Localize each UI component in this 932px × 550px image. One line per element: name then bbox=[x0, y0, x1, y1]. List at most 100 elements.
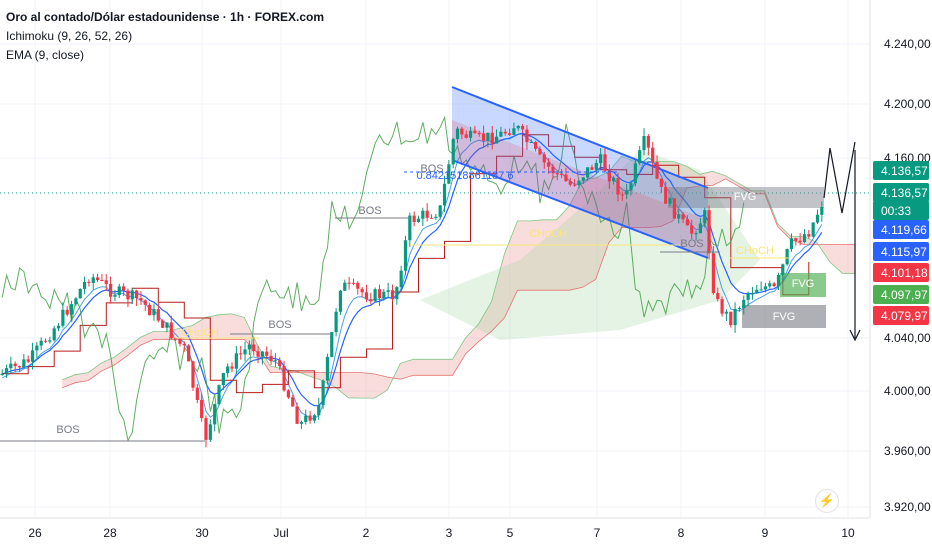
candle-body bbox=[590, 167, 594, 170]
candle-body bbox=[681, 214, 685, 220]
candle-body bbox=[65, 309, 69, 315]
candle-body bbox=[811, 222, 815, 237]
candle-body bbox=[477, 132, 481, 134]
candle-body bbox=[499, 131, 503, 137]
y-tick-label: 4.000,00 bbox=[884, 384, 931, 398]
candle-body bbox=[629, 183, 633, 191]
candle-body bbox=[52, 328, 56, 341]
annotation-label: CHoCH bbox=[736, 245, 774, 257]
candle-body bbox=[568, 181, 572, 185]
candle-body bbox=[161, 320, 165, 328]
candle-body bbox=[564, 174, 568, 182]
candle-body bbox=[39, 340, 43, 346]
candle-body bbox=[468, 130, 473, 138]
candle-body bbox=[481, 133, 486, 141]
candle-body bbox=[169, 322, 173, 339]
price-tag-label: 00:33 bbox=[881, 204, 911, 218]
candle-body bbox=[30, 350, 35, 362]
candle-body bbox=[412, 215, 416, 223]
candle-body bbox=[35, 345, 39, 351]
candle-body bbox=[577, 180, 581, 186]
y-tick-label: 3.920,00 bbox=[884, 500, 931, 514]
candle-body bbox=[603, 154, 607, 171]
candle-body bbox=[677, 214, 681, 219]
projection-path bbox=[823, 141, 861, 342]
candle-body bbox=[95, 277, 100, 280]
candle-body bbox=[755, 289, 759, 294]
candle-body bbox=[798, 240, 802, 243]
candle-body bbox=[122, 286, 126, 291]
candle-body bbox=[698, 223, 702, 234]
candle-body bbox=[221, 373, 225, 386]
candle-body bbox=[152, 309, 156, 316]
projection-zigzag bbox=[823, 141, 856, 214]
x-tick-label: 26 bbox=[28, 526, 42, 540]
candle-body bbox=[208, 424, 212, 440]
annotation-label: 0.8421518861187 6 bbox=[416, 170, 513, 182]
candle-body bbox=[252, 344, 256, 352]
candle-body bbox=[750, 293, 755, 295]
candle-body bbox=[438, 205, 442, 217]
candle-body bbox=[78, 288, 82, 299]
candle-body bbox=[612, 178, 616, 182]
candle-body bbox=[664, 186, 668, 204]
ichimoku-legend[interactable]: Ichimoku (9, 26, 52, 26) bbox=[6, 29, 132, 43]
candle-body bbox=[325, 356, 330, 381]
price-chart[interactable]: BOSBOSBOSBOSBOSCHoCHCHoCHCHoCHFVGFVGFVG0… bbox=[0, 0, 932, 550]
candle-body bbox=[711, 253, 716, 294]
x-tick-label: 30 bbox=[195, 526, 209, 540]
price-tag-label: 4.115,97 bbox=[881, 245, 927, 259]
candle-body bbox=[360, 288, 364, 293]
candle-body bbox=[776, 274, 781, 287]
candle-body bbox=[282, 366, 286, 391]
candle-body bbox=[195, 387, 199, 400]
flash-icon[interactable]: ⚡ bbox=[815, 489, 839, 513]
time-axis[interactable]: 26 28 30 Jul 2 3 5 7 8 9 10 bbox=[28, 526, 855, 540]
candle-body bbox=[802, 234, 807, 243]
candle-body bbox=[230, 366, 234, 369]
candle-body bbox=[672, 198, 676, 219]
candle-body bbox=[312, 415, 317, 421]
candle-body bbox=[299, 422, 304, 424]
candle-body bbox=[343, 282, 347, 291]
candle-body bbox=[269, 355, 273, 362]
annotation-label: BOS bbox=[268, 319, 291, 331]
x-tick-label: Jul bbox=[273, 526, 288, 540]
y-tick-label: 4.240,00 bbox=[884, 37, 931, 51]
candle-body bbox=[26, 359, 30, 362]
candle-body bbox=[130, 290, 134, 300]
candle-body bbox=[538, 148, 542, 155]
candle-body bbox=[429, 217, 434, 219]
candle-body bbox=[421, 210, 425, 219]
candle-body bbox=[534, 142, 538, 149]
candle-body bbox=[820, 206, 824, 215]
candle-body bbox=[733, 308, 737, 326]
candle-body bbox=[815, 214, 820, 223]
candle-body bbox=[547, 162, 551, 167]
candle-body bbox=[213, 404, 217, 425]
annotation-label: BOS bbox=[358, 205, 381, 217]
annotation-label: FVG bbox=[734, 191, 757, 203]
candle-body bbox=[295, 406, 299, 424]
candle-body bbox=[234, 353, 238, 369]
candle-body bbox=[226, 366, 230, 374]
candle-body bbox=[694, 233, 698, 235]
candle-body bbox=[178, 338, 182, 344]
candle-body bbox=[9, 363, 13, 369]
candle-body bbox=[143, 300, 147, 305]
annotation-label: CHoCH bbox=[529, 228, 567, 240]
candle-body bbox=[703, 210, 707, 224]
candle-body bbox=[182, 343, 186, 346]
price-tag-label: 4.079,97 bbox=[881, 309, 928, 323]
candle-body bbox=[507, 133, 512, 135]
candle-body bbox=[239, 353, 243, 355]
candle-body bbox=[746, 293, 750, 300]
candle-body bbox=[117, 286, 121, 296]
candle-body bbox=[69, 304, 74, 315]
candle-body bbox=[217, 385, 221, 405]
candle-body bbox=[204, 418, 208, 440]
candle-body bbox=[0, 373, 4, 375]
candle-body bbox=[772, 283, 776, 287]
candle-body bbox=[442, 183, 447, 206]
ema-legend[interactable]: EMA (9, close) bbox=[6, 48, 84, 62]
